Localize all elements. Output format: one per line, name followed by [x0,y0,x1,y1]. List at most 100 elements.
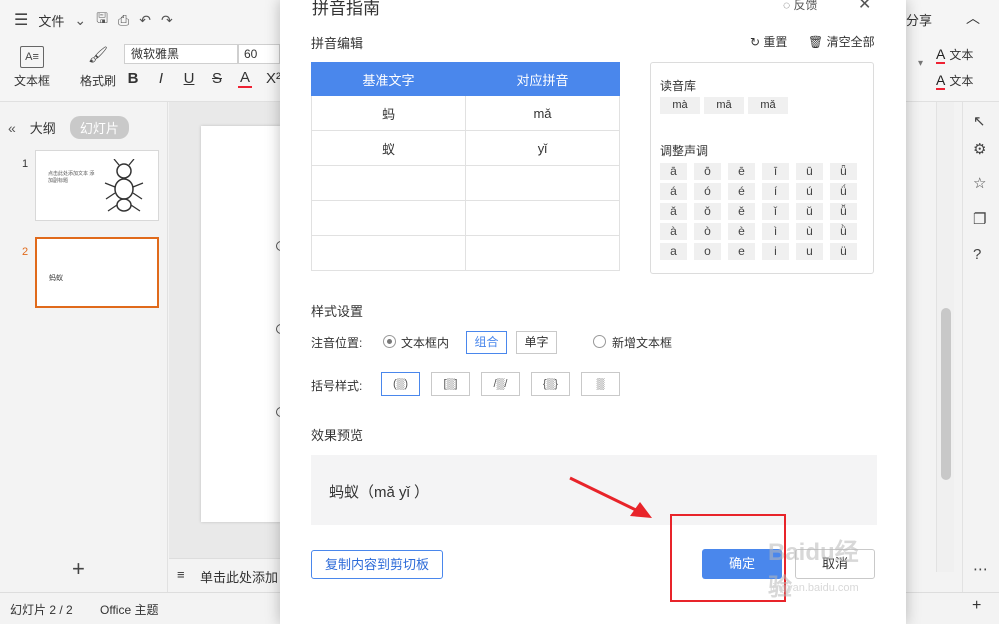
slide-thumbnail-2[interactable]: 蚂蚁 [35,237,159,308]
tone-cell[interactable]: à [660,223,687,240]
tone-cell[interactable]: ó [694,183,721,200]
reading-option[interactable]: mā [704,97,744,114]
tone-cell[interactable]: è [728,223,755,240]
slide-canvas[interactable]: 蚂 单击 [201,126,325,522]
pointer-icon[interactable]: ↖ [973,112,986,130]
reset-button[interactable]: ↻ 重置 [750,33,787,50]
chevron-down-icon[interactable]: ⌄ [74,12,86,29]
pinyin-cell[interactable] [465,165,620,201]
reading-option[interactable]: mà [660,97,700,114]
tone-cell[interactable]: ǒ [694,203,721,220]
base-char-cell[interactable] [311,165,466,201]
vertical-scrollbar[interactable] [936,102,954,572]
tone-cell[interactable]: ù [796,223,823,240]
cancel-button[interactable]: 取消 [795,549,875,579]
file-menu[interactable]: 文件 [38,11,64,30]
feedback-link[interactable]: ◌ 反馈 [783,0,817,13]
textbox-button[interactable]: A≡ 文本框 [14,46,50,89]
tab-outline[interactable]: 大纲 [30,118,56,137]
undo-icon[interactable]: ↶ [139,12,151,29]
tone-cell[interactable]: u [796,243,823,260]
bold-button[interactable]: B [126,70,140,88]
zoom-in-icon[interactable]: + [972,597,981,615]
scrollbar-thumb[interactable] [941,308,951,480]
bracket-style-parentheses[interactable]: (▒) [381,372,420,396]
tone-cell[interactable]: ē [728,163,755,180]
tone-cell[interactable]: ú [796,183,823,200]
tone-cell[interactable]: i [762,243,789,260]
italic-button[interactable]: I [154,70,168,88]
bracket-style-slash[interactable]: /▒/ [481,372,520,396]
notes-bar[interactable]: ≡ 单击此处添加 [169,558,280,592]
collapse-panel-icon[interactable]: « [8,120,16,136]
star-icon[interactable]: ☆ [973,174,986,192]
slide-thumbnail-1[interactable]: 点击此处添加文本 添加副标题 [35,150,159,221]
tone-cell[interactable]: á [660,183,687,200]
clear-all-button[interactable]: 🗑 清空全部 [808,33,875,50]
more-icon[interactable]: ⋯ [973,560,988,578]
bracket-style-square[interactable]: [▒] [431,372,470,396]
tone-cell[interactable]: ǔ [796,203,823,220]
strike-button[interactable]: S [210,70,224,88]
font-color-button[interactable]: A [238,70,252,88]
tone-cell[interactable]: ě [728,203,755,220]
tone-cell[interactable]: ǚ [830,203,857,220]
share-button[interactable]: 分享 [906,10,932,29]
font-family-select[interactable]: 微软雅黑 [124,44,238,64]
tone-cell[interactable]: ǘ [830,183,857,200]
tone-cell[interactable]: ǖ [830,163,857,180]
tone-cell[interactable]: e [728,243,755,260]
tone-cell[interactable]: é [728,183,755,200]
tone-cell[interactable]: ü [830,243,857,260]
pinyin-cell[interactable]: yǐ [465,130,620,166]
tone-cell[interactable]: ǎ [660,203,687,220]
font-size-select[interactable]: 60 [238,44,280,64]
tone-cell[interactable]: o [694,243,721,260]
ok-button[interactable]: 确定 [702,549,782,579]
format-brush-button[interactable]: 🖌 格式刷 [80,46,116,89]
base-char-cell[interactable]: 蚂 [311,95,466,131]
single-char-chip[interactable]: 单字 [516,331,557,354]
bracket-style-none[interactable]: ▒ [581,372,620,396]
ribbon-scroll-icon[interactable]: ▾ [918,58,923,69]
reading-option[interactable]: mǎ [748,97,788,114]
base-char-cell[interactable] [311,200,466,236]
underline-button[interactable]: U [182,70,196,88]
text-button-2[interactable]: A 文本 [936,72,973,90]
tone-cell[interactable]: ā [660,163,687,180]
pinyin-cell[interactable]: mǎ [465,95,620,131]
bracket-style-brace[interactable]: {▒} [531,372,570,396]
pinyin-cell[interactable] [465,200,620,236]
pinyin-cell[interactable] [465,235,620,271]
text-button-1[interactable]: A 文本 [936,46,973,64]
close-icon[interactable]: ✕ [858,0,871,14]
tone-cell[interactable]: ō [694,163,721,180]
tab-slides[interactable]: 幻灯片 [69,116,129,139]
layout-icon[interactable]: ❐ [973,210,986,228]
base-char-cell[interactable] [311,235,466,271]
combine-chip[interactable]: 组合 [466,331,507,354]
settings-icon[interactable]: ⚙ [973,140,986,158]
tone-cell[interactable]: í [762,183,789,200]
radio-in-textbox[interactable] [383,335,396,348]
menu-icon[interactable]: ☰ [14,10,28,30]
save-icon[interactable]: 🖫 [96,8,108,32]
base-char-cell[interactable]: 蚁 [311,130,466,166]
theme-name[interactable]: Office 主题 [100,601,158,618]
tone-cell[interactable]: ī [762,163,789,180]
add-slide-button[interactable]: + [72,556,85,582]
tone-cell[interactable]: ì [762,223,789,240]
copy-to-clipboard-button[interactable]: 复制内容到剪切板 [311,550,443,579]
radio-new-textbox[interactable] [593,335,606,348]
redo-icon[interactable]: ↷ [161,12,173,29]
tone-cell[interactable]: ǐ [762,203,789,220]
right-sidebar: ↖ ⚙ ☆ ❐ ? ⋯ [906,102,999,592]
tone-cell[interactable]: ū [796,163,823,180]
tone-cell[interactable]: ǜ [830,223,857,240]
superscript-button[interactable]: X² [266,70,281,88]
help-icon[interactable]: ? [973,246,981,263]
tone-cell[interactable]: a [660,243,687,260]
print-icon[interactable]: ⎙ [118,12,129,29]
collapse-ribbon-icon[interactable]: ︿ [966,8,980,28]
tone-cell[interactable]: ò [694,223,721,240]
